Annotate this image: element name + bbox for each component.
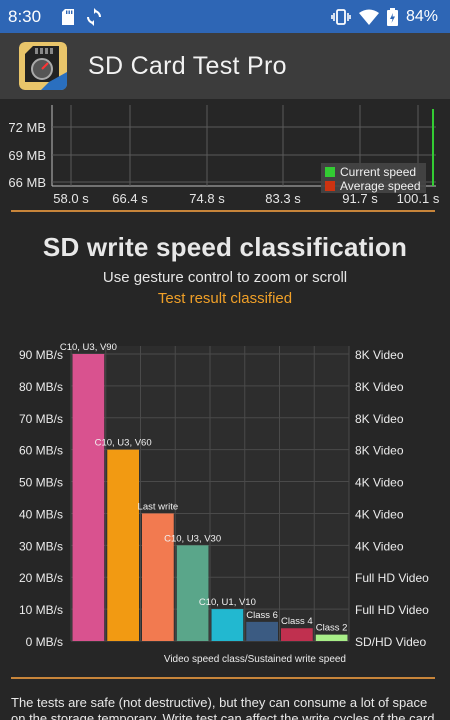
graph-x-tick: 58.0 s bbox=[53, 191, 89, 206]
video-class-label: 4K Video bbox=[355, 539, 404, 553]
wifi-icon bbox=[358, 9, 379, 25]
graph-x-tick: 83.3 s bbox=[265, 191, 301, 206]
sd-card-icon bbox=[61, 8, 75, 26]
sync-icon bbox=[85, 7, 103, 26]
graph-legend: Current speedAverage speed bbox=[321, 163, 426, 193]
app-toolbar: SD Card Test Pro bbox=[0, 33, 450, 99]
graph-y-tick: 72 MB bbox=[8, 120, 46, 135]
class-bar[interactable] bbox=[107, 449, 139, 641]
battery-icon bbox=[386, 7, 398, 26]
vibrate-icon bbox=[331, 8, 351, 26]
legend-swatch bbox=[325, 167, 335, 177]
divider bbox=[11, 677, 435, 679]
y-tick-label: 80 MB/s bbox=[19, 380, 63, 394]
video-class-label: Full HD Video bbox=[355, 603, 429, 617]
bar-label: Class 2 bbox=[316, 623, 348, 634]
bar-label: Class 6 bbox=[246, 610, 278, 621]
video-class-label: SD/HD Video bbox=[355, 635, 426, 649]
bar-label: C10, U3, V90 bbox=[60, 342, 117, 353]
y-tick-label: 70 MB/s bbox=[19, 412, 63, 426]
divider bbox=[11, 210, 435, 212]
y-tick-label: 60 MB/s bbox=[19, 444, 63, 458]
video-class-label: 8K Video bbox=[355, 444, 404, 458]
class-bar[interactable] bbox=[72, 354, 105, 641]
bar-label: C10, U1, V10 bbox=[199, 597, 256, 608]
y-tick-label: 40 MB/s bbox=[19, 507, 63, 521]
legend-label: Average speed bbox=[340, 179, 421, 193]
y-tick-label: 10 MB/s bbox=[19, 603, 63, 617]
y-tick-label: 90 MB/s bbox=[19, 348, 63, 362]
y-tick-label: 0 MB/s bbox=[26, 635, 63, 649]
classification-chart[interactable]: C10, U3, V90 C10, U3, V60 Last write C10, U… bbox=[0, 314, 450, 674]
battery-percent: 84% bbox=[405, 7, 438, 25]
app-logo-icon bbox=[19, 42, 67, 90]
legend-swatch bbox=[325, 181, 335, 191]
result-status: Test result classified bbox=[157, 290, 293, 307]
video-class-label: 8K Video bbox=[355, 412, 404, 426]
status-time: 8:30 bbox=[8, 6, 42, 26]
graph-x-tick: 66.4 s bbox=[112, 191, 148, 206]
video-class-label: Full HD Video bbox=[355, 571, 429, 585]
safety-note: The tests are safe (not destructive), bu… bbox=[11, 695, 439, 720]
speed-graph[interactable]: 72 MB 69 MB 66 MB 58.0 s 66.4 s 74.8 s 83.3 s… bbox=[0, 99, 450, 209]
gesture-hint: Use gesture control to zoom or scroll bbox=[102, 269, 348, 286]
scroll-content[interactable]: 72 MB 69 MB 66 MB 58.0 s 66.4 s 74.8 s 83.3 s… bbox=[0, 99, 450, 720]
video-class-label: 4K Video bbox=[355, 476, 404, 490]
bar-label: Class 4 bbox=[281, 616, 313, 627]
class-bar[interactable] bbox=[176, 545, 209, 641]
y-tick-label: 30 MB/s bbox=[19, 539, 63, 553]
status-bar: 8:30 84% bbox=[0, 0, 450, 33]
class-bar[interactable] bbox=[281, 628, 313, 641]
bar-label: C10, U3, V60 bbox=[95, 438, 152, 449]
classification-title: SD write speed classification bbox=[42, 232, 408, 262]
bar-label: C10, U3, V30 bbox=[164, 533, 221, 544]
graph-x-tick: 100.1 s bbox=[397, 191, 440, 206]
bar-label: Last write bbox=[138, 501, 179, 512]
class-bar[interactable] bbox=[246, 621, 278, 641]
graph-x-tick: 91.7 s bbox=[342, 191, 378, 206]
video-class-label: 8K Video bbox=[355, 348, 404, 362]
graph-x-tick: 74.8 s bbox=[189, 191, 225, 206]
class-bar[interactable] bbox=[211, 609, 244, 641]
y-tick-label: 20 MB/s bbox=[19, 571, 63, 585]
video-class-label: 4K Video bbox=[355, 507, 404, 521]
class-bar[interactable] bbox=[315, 634, 348, 641]
video-class-label: 8K Video bbox=[355, 380, 404, 394]
app-title: SD Card Test Pro bbox=[88, 51, 287, 80]
legend-label: Current speed bbox=[340, 165, 416, 179]
y-tick-label: 50 MB/s bbox=[19, 476, 63, 490]
graph-y-tick: 69 MB bbox=[8, 148, 46, 163]
x-axis-label: Video speed class/Sustained write speed bbox=[164, 654, 346, 665]
graph-y-tick: 66 MB bbox=[8, 175, 46, 190]
